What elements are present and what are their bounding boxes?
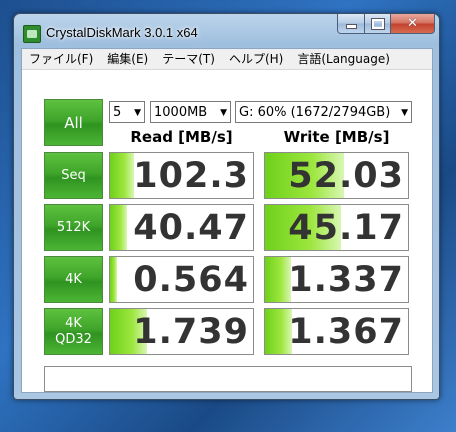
- title-bar[interactable]: CrystalDiskMark 3.0.1 x64 ✕: [14, 14, 439, 48]
- test-label-sub: QD32: [55, 331, 92, 347]
- read-value: 40.47: [133, 207, 249, 248]
- 4k-qd32-button[interactable]: 4K QD32: [44, 308, 103, 355]
- 512k-read-result: 40.47: [109, 204, 254, 251]
- menu-bar: ファイル(F) 編集(E) テーマ(T) ヘルプ(H) 言語(Language): [22, 49, 432, 70]
- seq-read-result: 102.3: [109, 152, 254, 199]
- test-label: Seq: [61, 167, 86, 183]
- write-value: 1.367: [288, 311, 404, 352]
- 4k-read-result: 0.564: [109, 256, 254, 303]
- 512k-button[interactable]: 512K: [44, 204, 103, 251]
- 4k-button[interactable]: 4K: [44, 256, 103, 303]
- all-button[interactable]: All: [44, 99, 103, 146]
- maximize-button[interactable]: [365, 14, 391, 34]
- write-value: 45.17: [288, 207, 404, 248]
- read-bar: [110, 153, 135, 198]
- close-button[interactable]: ✕: [391, 14, 435, 34]
- test-label: 4K: [65, 271, 82, 287]
- read-value: 1.739: [133, 311, 249, 352]
- comment-input[interactable]: [44, 366, 412, 392]
- chevron-down-icon: ▼: [220, 108, 227, 118]
- close-icon: ✕: [407, 16, 418, 31]
- menu-theme[interactable]: テーマ(T): [155, 49, 222, 69]
- write-bar: [265, 257, 291, 302]
- app-disk-icon: [23, 25, 41, 43]
- app-window: CrystalDiskMark 3.0.1 x64 ✕ ファイル(F) 編集(E…: [13, 13, 440, 400]
- menu-help[interactable]: ヘルプ(H): [222, 49, 290, 69]
- read-column-header: Read [MB/s]: [130, 128, 233, 146]
- read-value: 0.564: [133, 259, 249, 300]
- maximize-icon: [370, 17, 385, 30]
- seq-button[interactable]: Seq: [44, 152, 103, 199]
- minimize-icon: [345, 24, 357, 29]
- menu-file[interactable]: ファイル(F): [22, 49, 100, 69]
- chevron-down-icon: ▼: [134, 108, 141, 118]
- read-bar: [110, 205, 128, 250]
- 4k-qd32-write-result: 1.367: [264, 308, 409, 355]
- 512k-write-result: 45.17: [264, 204, 409, 251]
- client-area: ファイル(F) 編集(E) テーマ(T) ヘルプ(H) 言語(Language)…: [21, 48, 433, 393]
- 4k-write-result: 1.337: [264, 256, 409, 303]
- menu-edit[interactable]: 編集(E): [100, 49, 155, 69]
- drive-value: G: 60% (1672/2794GB): [239, 105, 391, 120]
- seq-write-result: 52.03: [264, 152, 409, 199]
- test-label: 4K: [65, 315, 82, 331]
- caption-buttons: ✕: [337, 14, 435, 34]
- window-title: CrystalDiskMark 3.0.1 x64: [46, 25, 198, 40]
- read-value: 102.3: [133, 155, 249, 196]
- write-value: 1.337: [288, 259, 404, 300]
- count-select[interactable]: 5 ▼: [109, 101, 145, 123]
- drive-select[interactable]: G: 60% (1672/2794GB) ▼: [235, 101, 412, 123]
- chevron-down-icon: ▼: [401, 108, 408, 118]
- count-value: 5: [113, 105, 122, 120]
- size-select[interactable]: 1000MB ▼: [150, 101, 231, 123]
- 4k-qd32-read-result: 1.739: [109, 308, 254, 355]
- minimize-button[interactable]: [337, 14, 365, 34]
- test-label: 512K: [56, 219, 91, 235]
- benchmark-panel: All 5 ▼ 1000MB ▼ G: 60% (1672/2794GB) ▼ …: [22, 70, 432, 392]
- size-value: 1000MB: [154, 105, 208, 120]
- write-column-header: Write [MB/s]: [283, 128, 390, 146]
- menu-language[interactable]: 言語(Language): [290, 49, 397, 69]
- read-bar: [110, 257, 118, 302]
- write-value: 52.03: [288, 155, 404, 196]
